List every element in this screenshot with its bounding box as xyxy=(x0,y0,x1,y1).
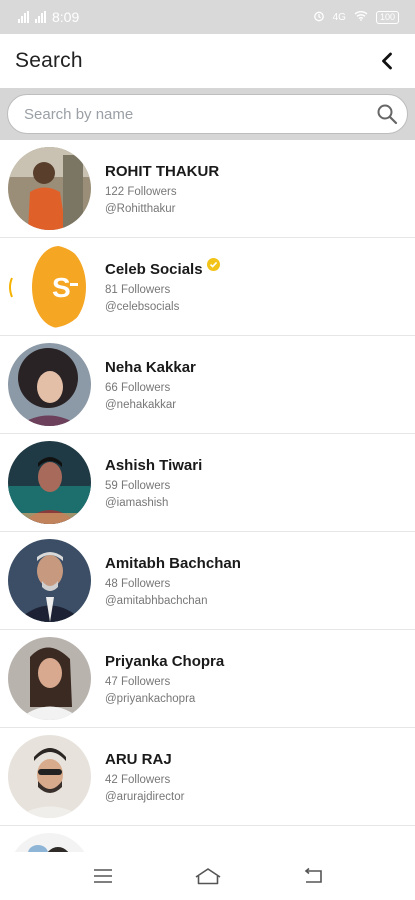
list-item[interactable]: Ashish Tiwari 59 Followers @iamashish xyxy=(0,434,415,532)
avatar xyxy=(8,539,91,622)
user-name: Amitabh Bachchan xyxy=(105,555,241,572)
list-item[interactable]: Neha Kakkar 66 Followers @nehakakkar xyxy=(0,336,415,434)
search-strip xyxy=(0,88,415,140)
user-handle: @arurajdirector xyxy=(105,790,185,803)
signal-icon xyxy=(18,11,29,23)
avatar xyxy=(8,833,91,852)
home-icon[interactable] xyxy=(188,856,228,896)
signal-icon-2 xyxy=(35,11,46,23)
avatar: S xyxy=(8,245,91,328)
wifi-icon xyxy=(354,10,368,24)
avatar xyxy=(8,441,91,524)
battery-icon: 100 xyxy=(375,10,399,24)
user-handle: @Rohitthakur xyxy=(105,202,176,215)
user-info: Ashish Tiwari 59 Followers @iamashish xyxy=(105,457,202,509)
avatar xyxy=(8,735,91,818)
follower-count: 48 Followers xyxy=(105,577,171,590)
user-name-text: Celeb Socials xyxy=(105,260,203,278)
status-left: 8:09 xyxy=(18,9,79,25)
svg-text:S: S xyxy=(52,272,71,303)
alarm-icon xyxy=(313,10,325,25)
user-info: ARU RAJ 42 Followers @arurajdirector xyxy=(105,751,184,803)
user-handle: @iamashish xyxy=(105,496,169,509)
avatar xyxy=(8,637,91,720)
follower-count: 47 Followers xyxy=(105,675,171,688)
user-handle: @celebsocials xyxy=(105,300,180,313)
user-name: ARU RAJ xyxy=(105,751,184,768)
chevron-left-icon[interactable] xyxy=(375,49,399,73)
list-item[interactable]: S Celeb Socials 81 Followers @celebsocia… xyxy=(0,238,415,336)
follower-count: 81 Followers xyxy=(105,283,171,296)
user-name-text: Neha Kakkar xyxy=(105,358,196,376)
search-input[interactable] xyxy=(24,105,375,123)
follower-count: 59 Followers xyxy=(105,479,171,492)
back-nav-icon[interactable] xyxy=(293,856,333,896)
user-info: ROHIT THAKUR 122 Followers @Rohitthakur xyxy=(105,163,219,215)
status-time: 8:09 xyxy=(52,9,80,25)
list-item[interactable] xyxy=(0,826,415,852)
search-icon[interactable] xyxy=(375,102,399,126)
user-name: Priyanka Chopra xyxy=(105,653,224,670)
user-info: Neha Kakkar 66 Followers @nehakakkar xyxy=(105,359,196,411)
list-item[interactable]: ARU RAJ 42 Followers @arurajdirector xyxy=(0,728,415,826)
user-name-text: ARU RAJ xyxy=(105,750,172,768)
follower-count: 42 Followers xyxy=(105,773,171,786)
user-name-text: ROHIT THAKUR xyxy=(105,162,220,180)
user-handle: @amitabhbachchan xyxy=(105,594,208,607)
user-handle: @nehakakkar xyxy=(105,398,177,411)
user-list: ROHIT THAKUR 122 Followers @Rohitthakur … xyxy=(0,140,415,852)
menu-icon[interactable] xyxy=(83,856,123,896)
follower-count: 122 Followers xyxy=(105,185,177,198)
search-bar[interactable] xyxy=(7,94,408,134)
user-info: Amitabh Bachchan 48 Followers @amitabhba… xyxy=(105,555,241,607)
follower-count: 66 Followers xyxy=(105,381,171,394)
user-name: ROHIT THAKUR xyxy=(105,163,219,180)
user-name-text: Ashish Tiwari xyxy=(105,456,203,474)
user-name-text: Priyanka Chopra xyxy=(105,652,225,670)
user-name: Celeb Socials xyxy=(105,257,220,278)
avatar xyxy=(8,343,91,426)
system-nav-bar xyxy=(0,852,415,900)
user-handle: @priyankachopra xyxy=(105,692,196,705)
status-bar: 8:09 4G 100 xyxy=(0,0,415,34)
status-right: 4G 100 xyxy=(313,10,399,25)
user-name: Ashish Tiwari xyxy=(105,457,202,474)
verified-badge-icon xyxy=(206,257,220,271)
page-title: Search xyxy=(15,49,83,72)
user-name: Neha Kakkar xyxy=(105,359,196,376)
user-name-text: Amitabh Bachchan xyxy=(105,554,241,572)
list-item[interactable]: ROHIT THAKUR 122 Followers @Rohitthakur xyxy=(0,140,415,238)
network-label: 4G xyxy=(332,11,346,23)
user-info: Priyanka Chopra 47 Followers @priyankach… xyxy=(105,653,224,705)
list-item[interactable]: Priyanka Chopra 47 Followers @priyankach… xyxy=(0,630,415,728)
user-info: Celeb Socials 81 Followers @celebsocials xyxy=(105,257,220,313)
avatar xyxy=(8,147,91,230)
app-header: Search xyxy=(0,34,415,88)
list-item[interactable]: Amitabh Bachchan 48 Followers @amitabhba… xyxy=(0,532,415,630)
